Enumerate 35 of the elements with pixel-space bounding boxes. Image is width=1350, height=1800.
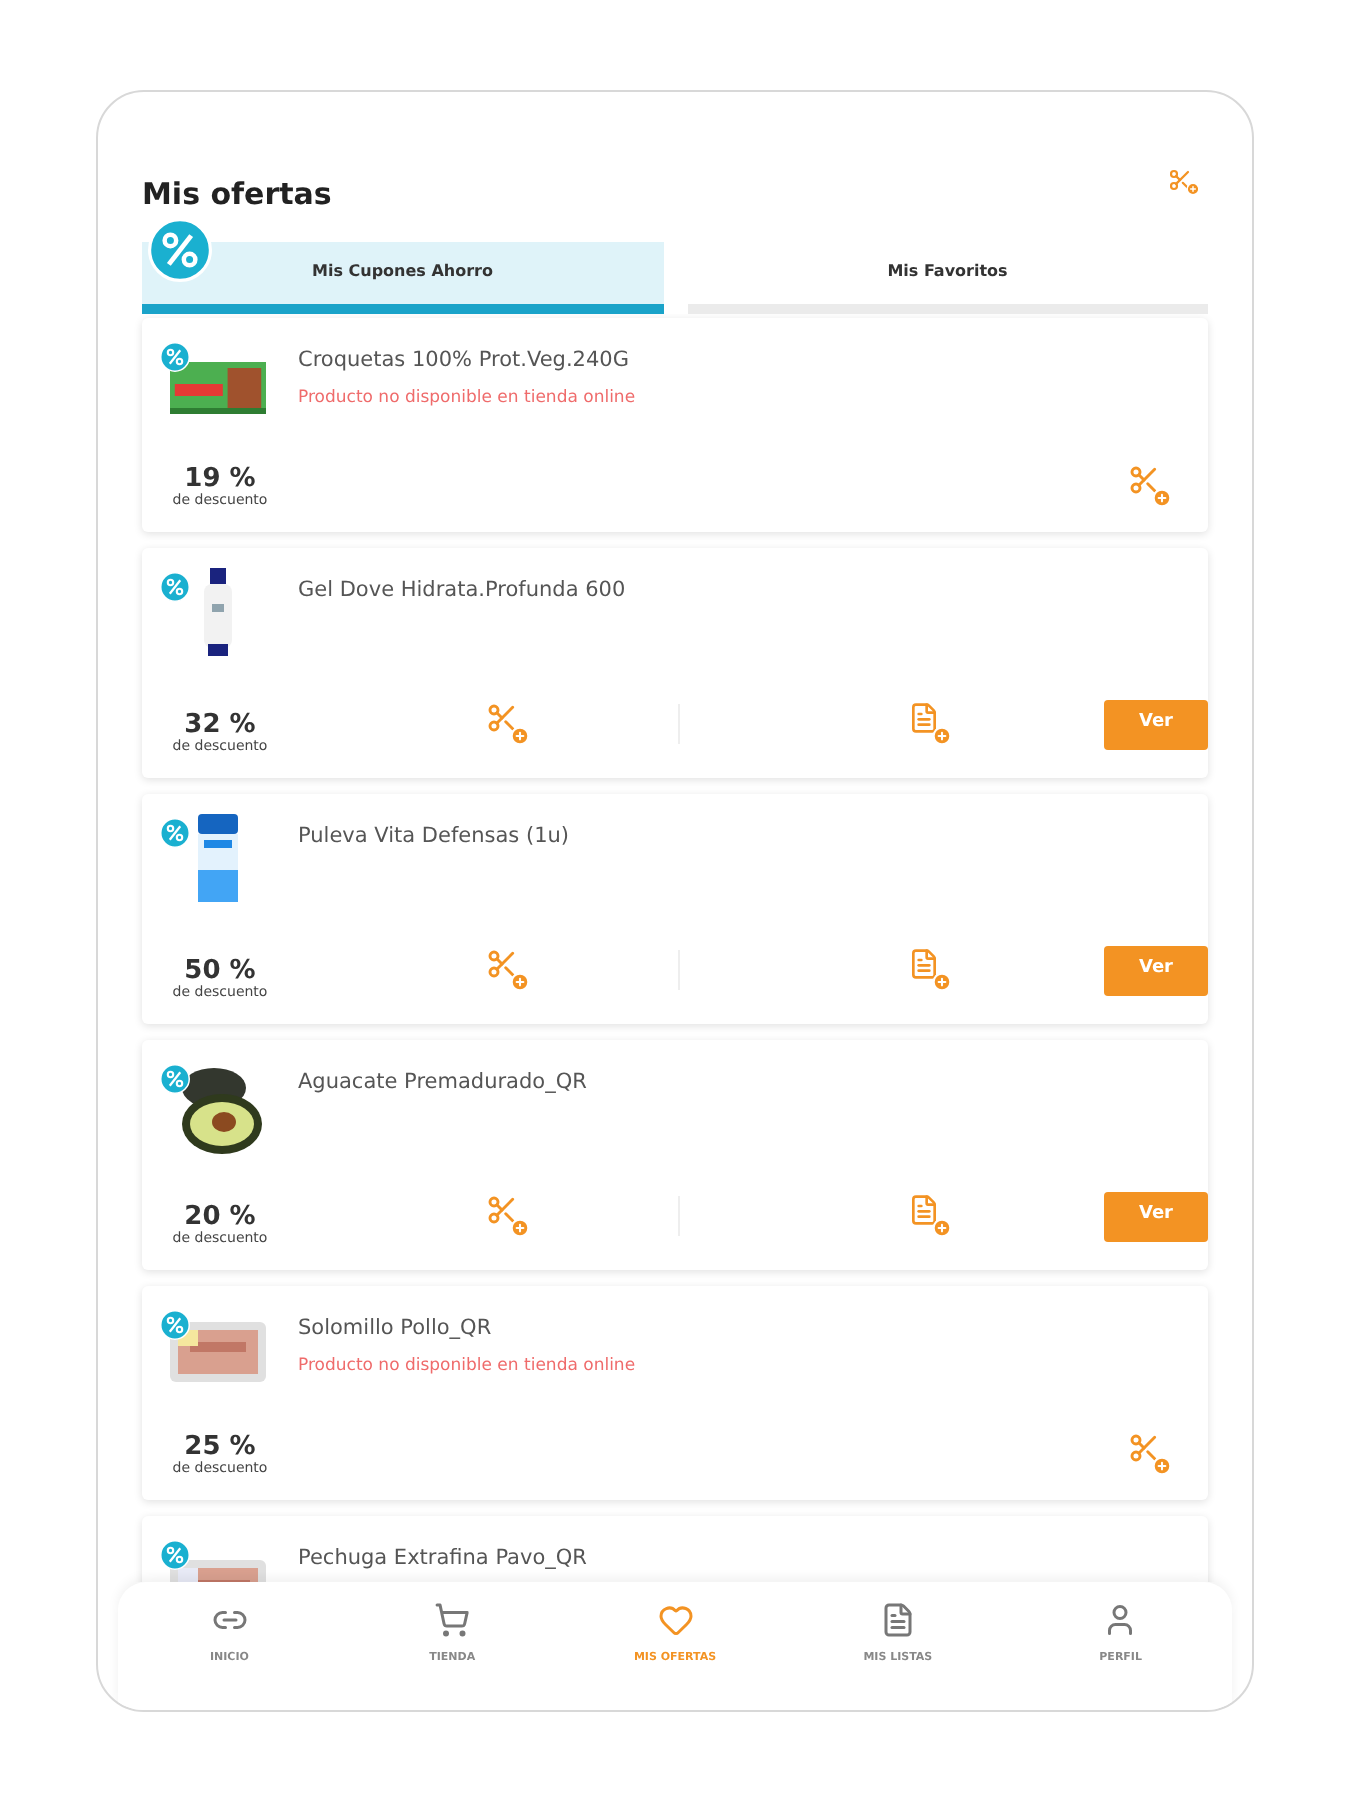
product-name: Solomillo Pollo_QR — [298, 1313, 494, 1343]
scissors-plus-icon[interactable] — [1128, 1431, 1172, 1475]
heart-icon — [657, 1602, 694, 1638]
list-plus-icon[interactable] — [908, 1194, 952, 1238]
discount-value: 19 % — [184, 465, 256, 491]
discount-value: 25 % — [184, 1433, 256, 1459]
discount-value: 32 % — [184, 711, 256, 737]
page-title: Mis ofertas — [142, 174, 332, 216]
percent-badge-icon — [160, 1539, 190, 1569]
offer-card[interactable]: Pechuga Extrafina Pavo_QR — [142, 1515, 1208, 1582]
percent-badge-icon — [160, 1063, 190, 1093]
product-name: Puleva Vita Defensas (1u) — [298, 821, 570, 851]
product-name: Pechuga Extrafina Pavo_QR — [298, 1543, 587, 1573]
percent-badge-icon — [160, 571, 190, 601]
percent-badge-icon — [160, 817, 190, 847]
list-plus-icon[interactable] — [908, 702, 952, 746]
cart-icon — [434, 1602, 471, 1638]
scissors-plus-icon[interactable] — [486, 1194, 530, 1238]
discount-value: 20 % — [184, 1203, 256, 1229]
percent-badge-icon — [148, 217, 212, 281]
document-icon — [879, 1602, 916, 1638]
scissors-plus-icon[interactable] — [1128, 463, 1172, 507]
list-plus-icon[interactable] — [908, 948, 952, 992]
scissors-plus-icon[interactable] — [486, 948, 530, 992]
scissors-plus-icon[interactable] — [486, 702, 530, 746]
scissors-plus-icon[interactable] — [1168, 168, 1200, 196]
percent-badge-icon — [160, 341, 190, 371]
availability-note: Producto no disponible en tienda online — [298, 1354, 636, 1380]
product-name: Aguacate Premadurado_QR — [298, 1067, 587, 1097]
availability-note: Producto no disponible en tienda online — [298, 386, 636, 412]
percent-badge-icon — [160, 1309, 190, 1339]
discount-value: 50 % — [184, 957, 256, 983]
product-name: Croquetas 100% Prot.Veg.240G — [298, 345, 631, 375]
tab[interactable]: Mis Cupones Ahorro — [142, 241, 663, 313]
product-name: Gel Dove Hidrata.Profunda 600 — [298, 575, 626, 605]
